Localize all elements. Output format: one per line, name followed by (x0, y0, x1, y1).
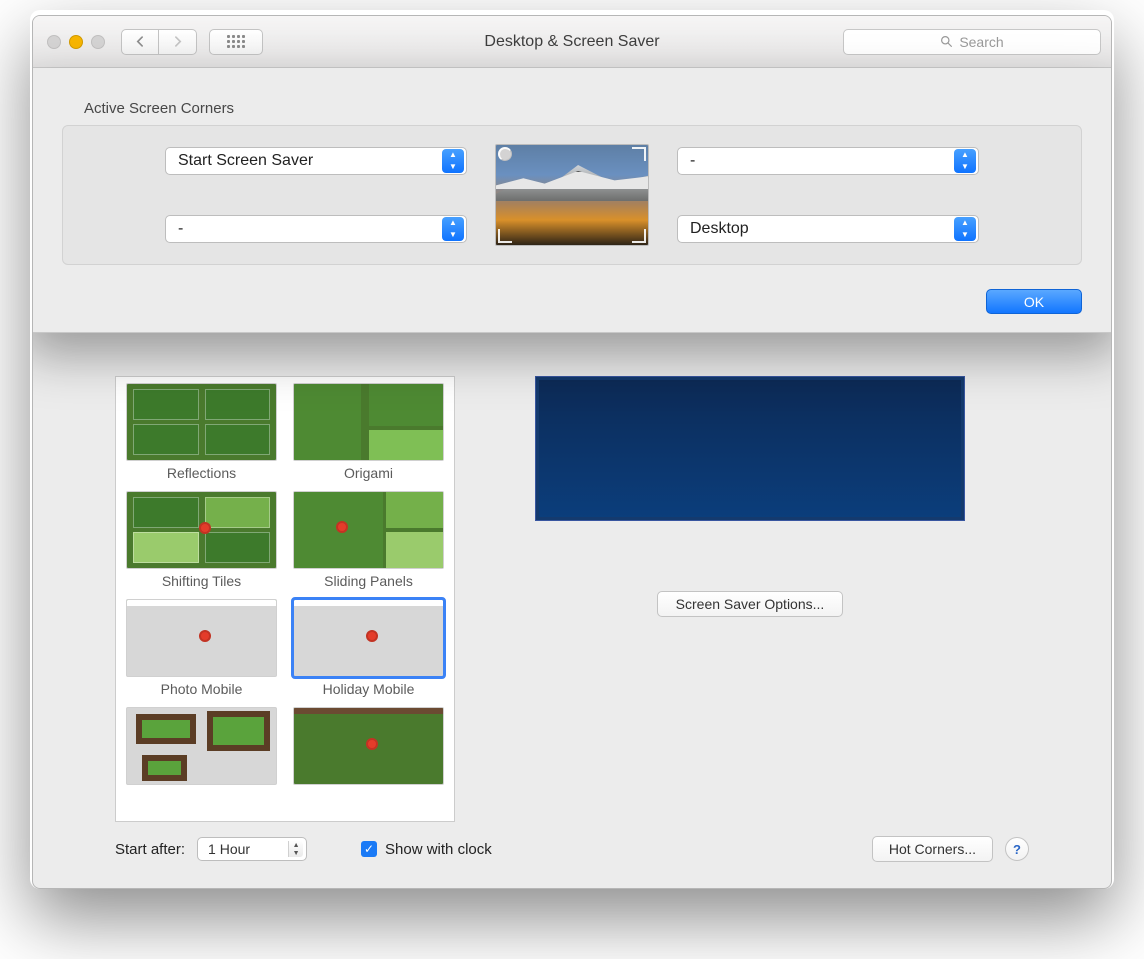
corner-top-left-value: Start Screen Saver (178, 152, 313, 170)
chevron-updown-icon: ▲▼ (954, 217, 976, 241)
screensaver-list[interactable]: Reflections Origami Shifting Tiles Slidi… (115, 376, 455, 822)
titlebar: Desktop & Screen Saver Search (33, 16, 1111, 68)
corner-bottom-left-select[interactable]: - ▲▼ (165, 215, 467, 243)
search-icon (940, 35, 953, 48)
grid-icon (227, 35, 245, 48)
bottom-bar: Start after: 1 Hour ▲▼ ✓ Show with clock… (115, 822, 1029, 862)
search-input[interactable]: Search (843, 29, 1101, 55)
ok-button[interactable]: OK (986, 289, 1082, 314)
chevron-updown-icon: ▲▼ (442, 149, 464, 173)
hot-corners-sheet: Active Screen Corners Start Screen Saver… (32, 68, 1112, 333)
screensaver-label: Origami (293, 465, 444, 481)
corner-marker-tr (632, 147, 646, 161)
monitor-preview (495, 144, 649, 246)
screensaver-item[interactable]: Shifting Tiles (126, 491, 277, 589)
help-icon: ? (1013, 842, 1021, 857)
help-button[interactable]: ? (1005, 837, 1029, 861)
forward-button[interactable] (159, 29, 197, 55)
screensaver-item[interactable] (126, 707, 277, 789)
corner-top-left-select[interactable]: Start Screen Saver ▲▼ (165, 147, 467, 175)
screensaver-item[interactable]: Sliding Panels (293, 491, 444, 589)
corner-bottom-right-select[interactable]: Desktop ▲▼ (677, 215, 979, 243)
zoom-icon[interactable] (91, 35, 105, 49)
pref-content: Reflections Origami Shifting Tiles Slidi… (115, 376, 1029, 862)
screensaver-item[interactable]: Origami (293, 383, 444, 481)
checkmark-icon: ✓ (361, 841, 377, 857)
start-after-select[interactable]: 1 Hour ▲▼ (197, 837, 307, 861)
corner-marker-br (632, 229, 646, 243)
chevron-right-icon (172, 36, 183, 47)
prefs-window: Desktop & Screen Saver Search Reflection… (32, 15, 1112, 889)
close-icon[interactable] (47, 35, 61, 49)
corner-bottom-left-value: - (178, 220, 183, 238)
corner-marker-bl (498, 229, 512, 243)
screensaver-options-button[interactable]: Screen Saver Options... (657, 591, 844, 617)
screensaver-label: Holiday Mobile (293, 681, 444, 697)
screensaver-item[interactable] (293, 707, 444, 789)
corner-top-right-select[interactable]: - ▲▼ (677, 147, 979, 175)
screensaver-preview (535, 376, 965, 521)
corners-container: Start Screen Saver ▲▼ - ▲▼ - ▲▼ (62, 125, 1082, 265)
screensaver-preview-panel: Screen Saver Options... (471, 376, 1029, 822)
screensaver-item[interactable]: Photo Mobile (126, 599, 277, 697)
corner-marker-tl (498, 147, 512, 161)
start-after-value: 1 Hour (208, 841, 250, 857)
chevron-left-icon (135, 36, 146, 47)
nav-segment (121, 29, 197, 55)
corner-top-right-value: - (690, 152, 695, 170)
stepper-icon: ▲▼ (288, 841, 303, 857)
back-button[interactable] (121, 29, 159, 55)
screensaver-label: Sliding Panels (293, 573, 444, 589)
screensaver-item[interactable]: Holiday Mobile (293, 599, 444, 697)
show-with-clock-checkbox[interactable]: ✓ Show with clock (361, 841, 492, 858)
traffic-lights (47, 35, 105, 49)
start-after-label: Start after: (115, 841, 185, 858)
search-placeholder: Search (959, 34, 1003, 50)
screensaver-label: Photo Mobile (126, 681, 277, 697)
chevron-updown-icon: ▲▼ (954, 149, 976, 173)
show-with-clock-label: Show with clock (385, 841, 492, 858)
chevron-updown-icon: ▲▼ (442, 217, 464, 241)
sheet-title: Active Screen Corners (62, 100, 1082, 117)
minimize-icon[interactable] (69, 35, 83, 49)
screensaver-label: Reflections (126, 465, 277, 481)
hot-corners-button[interactable]: Hot Corners... (872, 836, 993, 862)
screensaver-label: Shifting Tiles (126, 573, 277, 589)
corner-bottom-right-value: Desktop (690, 220, 749, 238)
screensaver-item[interactable]: Reflections (126, 383, 277, 481)
show-all-button[interactable] (209, 29, 263, 55)
